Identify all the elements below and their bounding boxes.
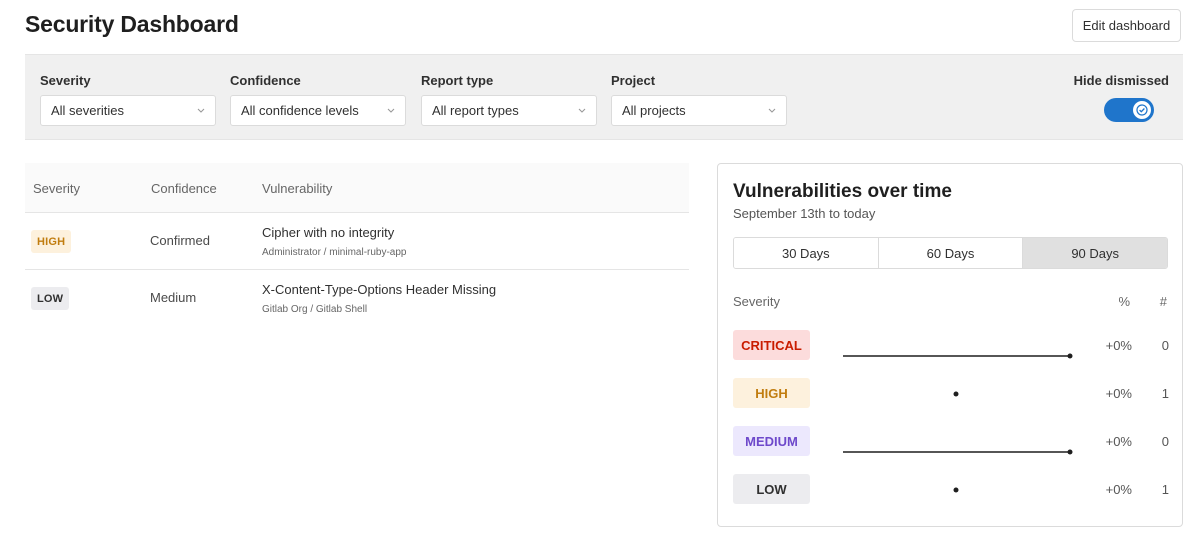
range-90-days-button[interactable]: 90 Days <box>1023 238 1167 268</box>
column-header-severity: Severity <box>33 181 80 196</box>
confidence-filter-label: Confidence <box>230 73 301 88</box>
medium-count: 0 <box>1161 434 1169 449</box>
severity-select[interactable]: All severities <box>40 95 216 126</box>
project-select[interactable]: All projects <box>611 95 787 126</box>
severity-badge: LOW <box>31 287 70 310</box>
severity-filter: Severity All severities <box>40 73 216 126</box>
report-type-select-value: All report types <box>432 103 519 118</box>
vulnerability-table: Severity Confidence Vulnerability HIGH C… <box>25 163 689 327</box>
confidence-select-value: All confidence levels <box>241 103 359 118</box>
vulnerability-title-link[interactable]: Cipher with no integrity <box>262 225 394 240</box>
checkmark-icon <box>1136 104 1148 116</box>
project-select-value: All projects <box>622 103 686 118</box>
medium-badge: MEDIUM <box>733 426 810 456</box>
chevron-down-icon <box>578 108 586 113</box>
card-title: Vulnerabilities over time <box>733 181 952 202</box>
report-type-filter: Report type All report types <box>421 73 597 126</box>
vulnerability-title-link[interactable]: X-Content-Type-Options Header Missing <box>262 282 496 297</box>
confidence-filter: Confidence All confidence levels <box>230 73 406 126</box>
severity-row-critical: CRITICAL +0% 0 <box>718 330 1184 360</box>
chevron-down-icon <box>387 108 395 113</box>
severity-column-header: Severity <box>733 294 780 309</box>
high-count: 1 <box>1161 386 1169 401</box>
low-sparkline <box>953 487 959 493</box>
table-row[interactable]: HIGH Confirmed Cipher with no integrity … <box>25 213 689 270</box>
medium-percent: +0% <box>1105 434 1132 449</box>
filter-bar: Severity All severities Confidence All c… <box>25 54 1183 140</box>
confidence-select[interactable]: All confidence levels <box>230 95 406 126</box>
critical-sparkline <box>843 353 1073 359</box>
chevron-down-icon <box>197 108 205 113</box>
severity-select-value: All severities <box>51 103 124 118</box>
hide-dismissed-toggle[interactable] <box>1104 98 1154 122</box>
toggle-knob <box>1133 101 1151 119</box>
report-type-select[interactable]: All report types <box>421 95 597 126</box>
high-percent: +0% <box>1105 386 1132 401</box>
column-header-confidence: Confidence <box>151 181 217 196</box>
high-sparkline <box>953 391 959 397</box>
low-percent: +0% <box>1105 482 1132 497</box>
table-header: Severity Confidence Vulnerability <box>25 163 689 213</box>
range-30-days-button[interactable]: 30 Days <box>734 238 879 268</box>
card-subtitle: September 13th to today <box>733 206 876 221</box>
low-count: 1 <box>1161 482 1169 497</box>
vulnerability-project: Administrator / minimal-ruby-app <box>262 247 407 258</box>
severity-row-medium: MEDIUM +0% 0 <box>718 426 1184 456</box>
column-header-vulnerability: Vulnerability <box>262 181 333 196</box>
vulnerabilities-over-time-card: Vulnerabilities over time September 13th… <box>717 163 1183 527</box>
page-title: Security Dashboard <box>25 11 239 37</box>
vulnerability-project: Gitlab Org / Gitlab Shell <box>262 304 368 315</box>
high-badge: HIGH <box>733 378 810 408</box>
critical-percent: +0% <box>1105 338 1132 353</box>
project-filter: Project All projects <box>611 73 787 126</box>
severity-badge: HIGH <box>31 230 72 253</box>
edit-dashboard-button[interactable]: Edit dashboard <box>1072 9 1181 42</box>
low-badge: LOW <box>733 474 810 504</box>
hide-dismissed-label: Hide dismissed <box>1073 73 1169 88</box>
count-column-header: # <box>1159 294 1167 309</box>
range-selector: 30 Days 60 Days 90 Days <box>733 237 1168 269</box>
range-60-days-button[interactable]: 60 Days <box>878 238 1024 268</box>
percent-column-header: % <box>1118 294 1130 309</box>
project-filter-label: Project <box>611 73 656 88</box>
report-type-filter-label: Report type <box>421 73 494 88</box>
critical-count: 0 <box>1161 338 1169 353</box>
table-row[interactable]: LOW Medium X-Content-Type-Options Header… <box>25 270 689 327</box>
medium-sparkline <box>843 449 1073 455</box>
confidence-value: Medium <box>150 290 197 305</box>
severity-filter-label: Severity <box>40 73 91 88</box>
severity-row-high: HIGH +0% 1 <box>718 378 1184 408</box>
critical-badge: CRITICAL <box>733 330 810 360</box>
confidence-value: Confirmed <box>150 233 210 248</box>
severity-row-low: LOW +0% 1 <box>718 474 1184 504</box>
hide-dismissed-control: Hide dismissed <box>1074 73 1169 122</box>
chevron-down-icon <box>768 108 776 113</box>
